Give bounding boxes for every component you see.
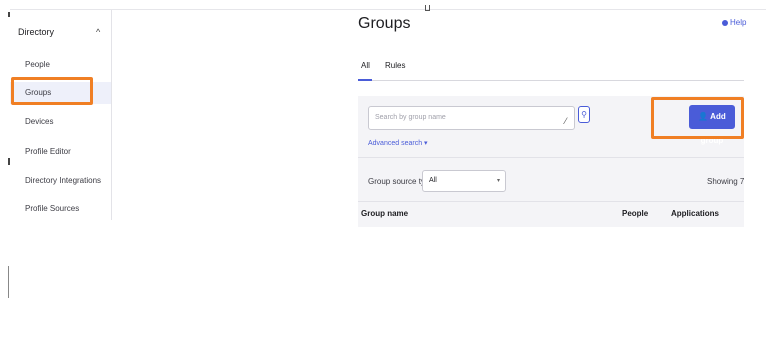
top-marker — [425, 5, 430, 11]
search-input[interactable]: Search by group name ⁄ — [368, 106, 575, 130]
sidebar: Directory ^ People Groups Devices Profil… — [10, 10, 112, 220]
table-divider — [358, 201, 744, 202]
sidebar-item-directory-integrations[interactable]: Directory Integrations — [10, 170, 111, 192]
help-icon — [722, 19, 728, 26]
resize-handle-icon[interactable]: ⁄ — [565, 116, 567, 126]
top-border — [10, 9, 766, 10]
advanced-search-link[interactable]: Advanced search ▾ — [368, 139, 428, 147]
help-link[interactable]: Help — [722, 18, 746, 27]
chevron-down-icon: ▾ — [424, 140, 428, 147]
select-value: All — [429, 177, 437, 184]
sidebar-item-people[interactable]: People — [10, 54, 111, 76]
sidebar-item-label: People — [25, 60, 50, 69]
search-icon: ⚲ — [581, 110, 587, 119]
sidebar-item-label: Directory Integrations — [25, 176, 102, 185]
sidebar-item-profile-editor[interactable]: Profile Editor — [10, 141, 111, 163]
group-source-type-select[interactable]: All ▾ — [422, 170, 506, 192]
sidebar-section-directory[interactable]: Directory — [18, 27, 54, 37]
active-tab-indicator — [358, 79, 372, 81]
add-group-highlight-box — [651, 97, 744, 139]
sidebar-item-label: Profile Editor — [25, 147, 71, 156]
sidebar-item-label: Profile Sources — [25, 204, 80, 213]
search-button[interactable]: ⚲ — [578, 106, 590, 123]
chevron-down-icon: ▾ — [497, 178, 501, 184]
left-marker — [8, 266, 9, 298]
groups-highlight-box — [11, 77, 93, 105]
sidebar-item-label: Devices — [25, 117, 54, 126]
tabs-divider — [358, 80, 744, 81]
sidebar-item-profile-sources[interactable]: Profile Sources — [10, 198, 111, 220]
column-header-people[interactable]: People — [622, 209, 648, 218]
help-label: Help — [730, 18, 747, 27]
panel-divider — [358, 157, 744, 158]
tab-rules[interactable]: Rules — [385, 61, 405, 70]
search-placeholder: Search by group name — [375, 114, 446, 121]
tab-all[interactable]: All — [361, 61, 370, 70]
sidebar-item-devices[interactable]: Devices — [10, 111, 111, 133]
showing-count: Showing 7 — [707, 177, 745, 186]
column-header-applications[interactable]: Applications — [671, 209, 719, 218]
advanced-search-label: Advanced search — [368, 140, 423, 147]
chevron-up-icon[interactable]: ^ — [96, 27, 100, 37]
column-header-group-name[interactable]: Group name — [361, 209, 408, 218]
page-title: Groups — [358, 15, 411, 32]
